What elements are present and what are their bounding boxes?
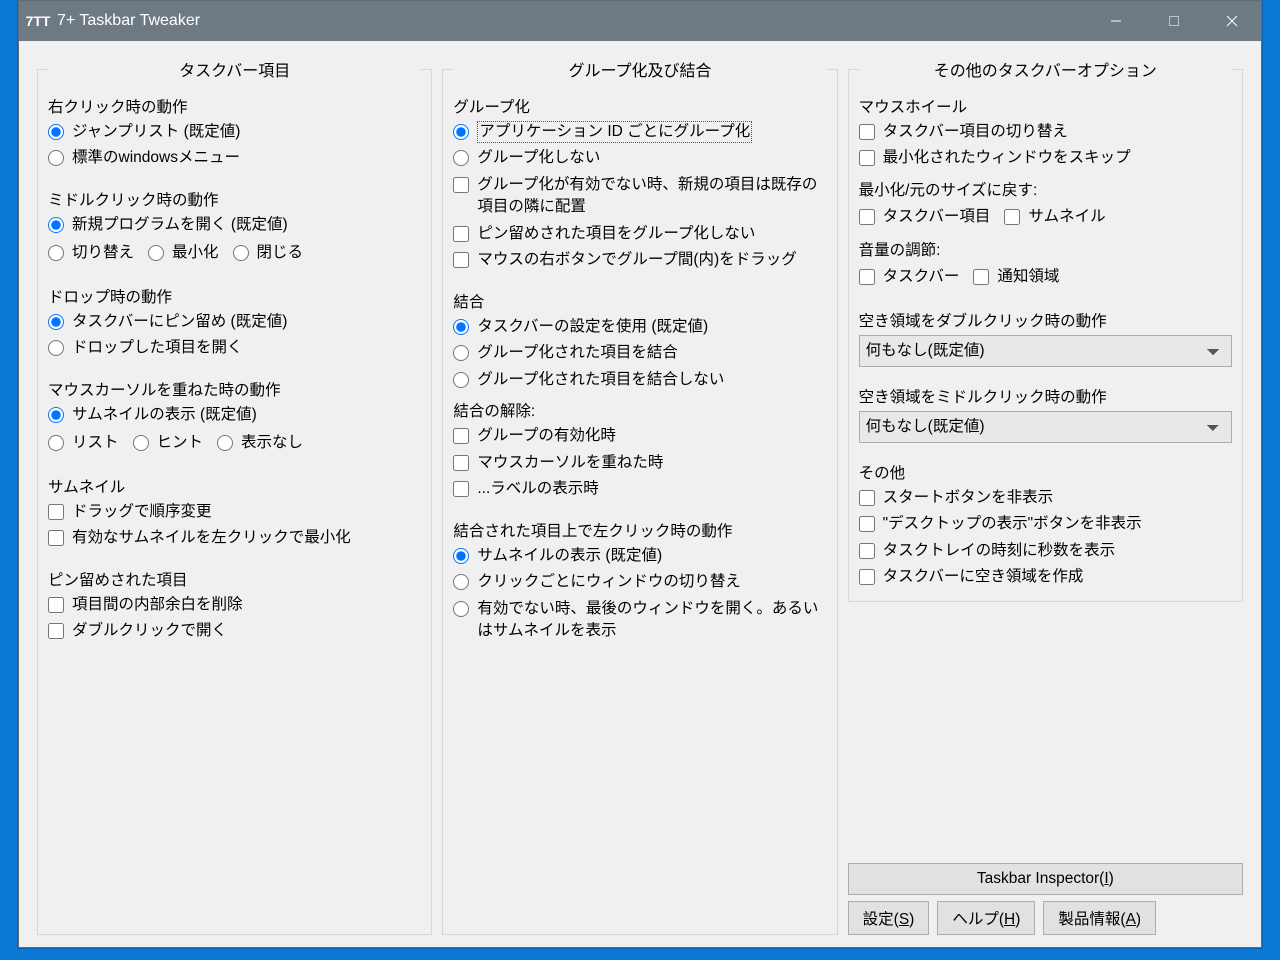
- chk-thumb-dragreorder[interactable]: ドラッグで順序変更: [48, 501, 421, 523]
- label-middle-click: ミドルクリック時の動作: [48, 188, 421, 210]
- radio-group-by-appid[interactable]: アプリケーション ID ごとにグループ化: [453, 121, 826, 143]
- chk-wheel-cycle[interactable]: タスクバー項目の切り替え: [859, 121, 1232, 143]
- titlebar[interactable]: 7TT 7+ Taskbar Tweaker: [19, 1, 1261, 41]
- close-icon: [1226, 15, 1238, 27]
- label-grouping: グループ化: [453, 95, 826, 117]
- app-icon: 7TT: [27, 10, 49, 32]
- radio-midclick-min[interactable]: 最小化: [148, 242, 219, 264]
- radio-lc-cycle[interactable]: クリックごとにウィンドウの切り替え: [453, 571, 826, 593]
- label-empty-midclick: 空き領域をミドルクリック時の動作: [859, 385, 1232, 407]
- label-wheel: マウスホイール: [859, 95, 1232, 117]
- col2-heading: グループ化及び結合: [562, 63, 717, 80]
- radio-midclick-close[interactable]: 閉じる: [233, 242, 304, 264]
- close-button[interactable]: [1203, 1, 1261, 41]
- chk-group-pinned-nogroup[interactable]: ピン留めされた項目をグループ化しない: [453, 223, 826, 245]
- chk-min-thumbnail[interactable]: サムネイル: [1004, 206, 1105, 228]
- minimize-icon: [1110, 15, 1122, 27]
- chk-thumb-leftclick-min[interactable]: 有効なサムネイルを左クリックで最小化: [48, 527, 421, 549]
- chk-hide-showdesktop[interactable]: "デスクトップの表示"ボタンを非表示: [859, 513, 1232, 535]
- radio-hover-list[interactable]: リスト: [48, 432, 119, 454]
- chk-pinned-dblclick[interactable]: ダブルクリックで開く: [48, 620, 421, 642]
- chk-wheel-skipmin[interactable]: 最小化されたウィンドウをスキップ: [859, 147, 1232, 169]
- chk-group-rightdrag[interactable]: マウスの右ボタンでグループ間(内)をドラッグ: [453, 249, 826, 271]
- chk-decombine-hover[interactable]: マウスカーソルを重ねた時: [453, 452, 826, 474]
- label-pinned: ピン留めされた項目: [48, 568, 421, 590]
- minimize-button[interactable]: [1087, 1, 1145, 41]
- radio-group-none[interactable]: グループ化しない: [453, 147, 826, 169]
- content-area: タスクバー項目 右クリック時の動作 ジャンプリスト (既定値) 標準のwindo…: [19, 41, 1261, 947]
- label-other: その他: [859, 461, 1232, 483]
- column-grouping: グループ化及び結合 グループ化 アプリケーション ID ごとにグループ化 グルー…: [442, 57, 837, 935]
- label-hover: マウスカーソルを重ねた時の動作: [48, 378, 421, 400]
- col1-heading: タスクバー項目: [173, 63, 296, 80]
- maximize-icon: [1168, 15, 1180, 27]
- chk-vol-tray[interactable]: 通知領域: [973, 266, 1059, 288]
- maximize-button[interactable]: [1145, 1, 1203, 41]
- radio-midclick-switch[interactable]: 切り替え: [48, 242, 134, 264]
- about-button[interactable]: 製品情報(A): [1043, 901, 1156, 935]
- radio-lc-thumb[interactable]: サムネイルの表示 (既定値): [453, 545, 826, 567]
- radio-rightclick-jumplist[interactable]: ジャンプリスト (既定値): [48, 121, 421, 143]
- label-min-restore: 最小化/元のサイズに戻す:: [859, 178, 1232, 200]
- chk-reserve-space[interactable]: タスクバーに空き領域を作成: [859, 566, 1232, 588]
- label-right-click: 右クリック時の動作: [48, 95, 421, 117]
- label-combine: 結合: [453, 290, 826, 312]
- label-leftclick-combined: 結合された項目上で左クリック時の動作: [453, 519, 826, 541]
- radio-lc-lastwindow[interactable]: 有効でない時、最後のウィンドウを開く。あるいはサムネイルを表示: [453, 598, 826, 643]
- label-empty-dblclick: 空き領域をダブルクリック時の動作: [859, 309, 1232, 331]
- radio-midclick-new[interactable]: 新規プログラムを開く (既定値): [48, 214, 421, 236]
- chk-group-place-adjacent[interactable]: グループ化が有効でない時、新規の項目は既存の項目の隣に配置: [453, 174, 826, 219]
- group-taskbar-items: タスクバー項目 右クリック時の動作 ジャンプリスト (既定値) 標準のwindo…: [37, 57, 432, 935]
- chk-hide-start[interactable]: スタートボタンを非表示: [859, 487, 1232, 509]
- column-taskbar-items: タスクバー項目 右クリック時の動作 ジャンプリスト (既定値) 標準のwindo…: [37, 57, 432, 935]
- radio-hover-none[interactable]: 表示なし: [217, 432, 303, 454]
- radio-hover-thumb[interactable]: サムネイルの表示 (既定値): [48, 404, 421, 426]
- group-other-options: その他のタスクバーオプション マウスホイール タスクバー項目の切り替え 最小化さ…: [848, 57, 1243, 602]
- radio-combine-default[interactable]: タスクバーの設定を使用 (既定値): [453, 316, 826, 338]
- radio-hover-hint[interactable]: ヒント: [133, 432, 204, 454]
- radio-combine-grouped[interactable]: グループ化された項目を結合: [453, 342, 826, 364]
- window-title: 7+ Taskbar Tweaker: [57, 12, 200, 30]
- col3-heading: その他のタスクバーオプション: [928, 63, 1163, 80]
- label-decombine: 結合の解除:: [453, 399, 826, 421]
- chk-decombine-activate[interactable]: グループの有効化時: [453, 425, 826, 447]
- radio-rightclick-winmenu[interactable]: 標準のwindowsメニュー: [48, 147, 421, 169]
- radio-drop-open[interactable]: ドロップした項目を開く: [48, 337, 421, 359]
- combo-empty-midclick[interactable]: 何もなし(既定値): [859, 411, 1232, 443]
- chk-decombine-label[interactable]: ...ラベルの表示時: [453, 478, 826, 500]
- chk-vol-taskbar[interactable]: タスクバー: [859, 266, 960, 288]
- label-drop: ドロップ時の動作: [48, 285, 421, 307]
- label-volume: 音量の調節:: [859, 238, 1232, 260]
- app-window: 7TT 7+ Taskbar Tweaker タスクバー項目 右クリック時の動作…: [18, 0, 1262, 948]
- radio-drop-pin[interactable]: タスクバーにピン留め (既定値): [48, 311, 421, 333]
- label-thumbnail: サムネイル: [48, 475, 421, 497]
- help-button[interactable]: ヘルプ(H): [937, 901, 1035, 935]
- combo-empty-dblclick[interactable]: 何もなし(既定値): [859, 335, 1232, 367]
- group-grouping: グループ化及び結合 グループ化 アプリケーション ID ごとにグループ化 グルー…: [442, 57, 837, 935]
- column-other-options: その他のタスクバーオプション マウスホイール タスクバー項目の切り替え 最小化さ…: [848, 57, 1243, 935]
- chk-min-taskbaritem[interactable]: タスクバー項目: [859, 206, 991, 228]
- taskbar-inspector-button[interactable]: Taskbar Inspector(I): [848, 863, 1243, 895]
- radio-combine-never[interactable]: グループ化された項目を結合しない: [453, 369, 826, 391]
- button-area: Taskbar Inspector(I) 設定(S) ヘルプ(H) 製品情報(A…: [848, 857, 1243, 935]
- chk-tray-seconds[interactable]: タスクトレイの時刻に秒数を表示: [859, 540, 1232, 562]
- chk-pinned-removegap[interactable]: 項目間の内部余白を削除: [48, 594, 421, 616]
- settings-button[interactable]: 設定(S): [848, 901, 930, 935]
